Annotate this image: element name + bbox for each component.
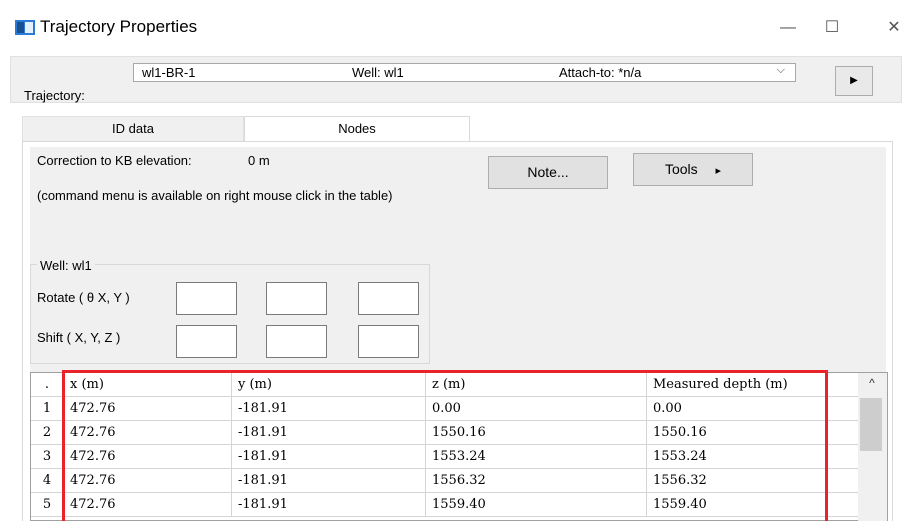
rotate-angle-input[interactable] xyxy=(176,282,237,315)
shift-y-input[interactable] xyxy=(266,325,327,358)
shift-x-input[interactable] xyxy=(176,325,237,358)
trajectory-attach: Attach-to: *n/a xyxy=(559,65,642,80)
rotate-y-input[interactable] xyxy=(358,282,419,315)
table-header-cell[interactable]: . xyxy=(31,373,64,397)
tools-label: Tools xyxy=(664,161,698,177)
row-header[interactable]: 3 xyxy=(31,445,64,469)
scroll-up-icon[interactable]: ^ xyxy=(860,376,884,396)
maximize-button[interactable]: ☐ xyxy=(812,14,852,42)
trajectory-label: Trajectory: xyxy=(24,88,85,103)
window-title: Trajectory Properties xyxy=(40,17,198,36)
minimize-button[interactable]: — xyxy=(768,14,808,42)
play-button[interactable]: ▶ xyxy=(835,66,873,96)
shift-label: Shift ( X, Y, Z ) xyxy=(37,330,121,345)
tab-nodes[interactable]: Nodes xyxy=(244,116,470,141)
group-title: Well: wl1 xyxy=(37,258,95,273)
row-header[interactable]: 2 xyxy=(31,421,64,445)
trajectory-combo[interactable]: wl1-BR-1 Well: wl1 Attach-to: *n/a ⌵ xyxy=(133,63,796,82)
chevron-down-icon: ⌵ xyxy=(776,64,785,76)
shift-z-input[interactable] xyxy=(358,325,419,358)
row-header[interactable]: 1 xyxy=(31,397,64,421)
tab-id-data[interactable]: ID data xyxy=(22,116,244,141)
rotate-x-input[interactable] xyxy=(266,282,327,315)
note-button[interactable]: Note... xyxy=(488,156,608,189)
chevron-right-icon: ▸ xyxy=(715,165,722,177)
row-header[interactable]: 4 xyxy=(31,469,64,493)
correction-label: Correction to KB elevation: xyxy=(37,153,192,168)
close-button[interactable]: ✕ xyxy=(874,14,912,42)
rotate-label: Rotate ( θ X, Y ) xyxy=(37,290,130,305)
tools-button[interactable]: Tools ▸ xyxy=(633,153,753,186)
app-icon xyxy=(15,20,35,35)
correction-value: 0 m xyxy=(248,153,270,168)
play-icon: ▶ xyxy=(850,75,858,86)
trajectory-well: Well: wl1 xyxy=(352,65,404,80)
highlight-box xyxy=(62,370,828,521)
scrollbar-thumb[interactable] xyxy=(860,398,882,451)
trajectory-name: wl1-BR-1 xyxy=(142,65,196,80)
row-header[interactable]: 5 xyxy=(31,493,64,517)
hint-text: (command menu is available on right mous… xyxy=(37,188,393,203)
